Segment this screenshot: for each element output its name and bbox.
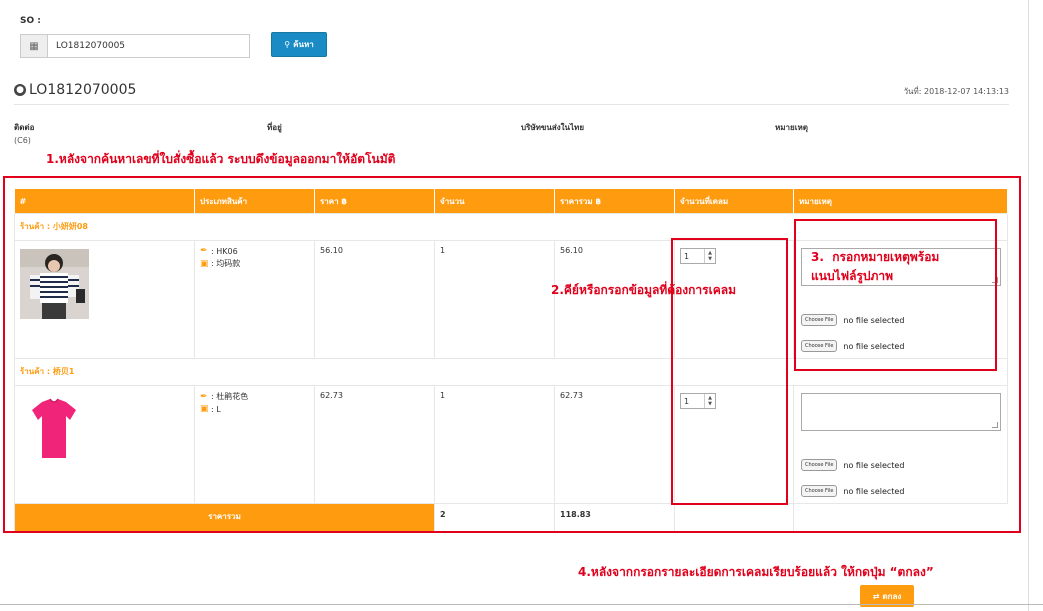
box-icon: ▣: [200, 404, 209, 414]
shipping-company-label: บริษัทขนส่งในไทย: [521, 123, 585, 132]
total-empty: [794, 504, 1008, 532]
price-cell: 56.10: [314, 240, 435, 359]
remark-cell: Choose File no file selected Choose File…: [793, 385, 1008, 504]
annotation-step3-line2: แนบไฟล์รูปภาพ: [811, 269, 894, 283]
globe-icon: ●: [14, 84, 26, 96]
choose-file-button[interactable]: Choose File: [801, 459, 838, 471]
search-button-label: ค้นหา: [293, 40, 314, 49]
col-header-type: ประเภทสินค้า: [194, 189, 315, 214]
annotation-step3-line1: กรอกหมายเหตุพร้อม: [832, 250, 940, 264]
qty-cell: 1: [434, 240, 555, 359]
submit-button-label: ตกลง: [882, 591, 902, 601]
brush-icon: ✒: [200, 246, 208, 256]
spinner-arrows-icon[interactable]: ▲ ▼: [704, 249, 715, 263]
claim-qty-input[interactable]: 1 ▲ ▼: [680, 248, 716, 264]
remark-textarea[interactable]: [801, 393, 1001, 431]
contact-code: (C6): [14, 136, 31, 145]
product-image-cell: [14, 240, 195, 359]
total-amount: 118.83: [554, 503, 675, 532]
total-row: ราคารวม 2 118.83: [14, 503, 1008, 532]
page-title: ● LO1812070005: [14, 82, 136, 98]
annotation-step2: 2.คีย์หรือกรอกข้อมูลที่ต้องการเคลม: [551, 283, 736, 297]
shop-row: ร้านค้า : 桥贝1: [14, 358, 1008, 386]
so-input[interactable]: [48, 35, 249, 57]
product-attributes: ✒: HK06 ▣: 均码款: [194, 240, 315, 359]
qty-cell: 1: [434, 385, 555, 504]
annotation-step3-num: 3.: [811, 250, 824, 264]
total-cell: 62.73: [554, 385, 675, 504]
table-header-row: # ประเภทสินค้า ราคา ฿ จำนวน ราคารวม ฿ จำ…: [14, 189, 1008, 214]
file-upload-2: Choose File no file selected: [801, 485, 1002, 497]
contact-label: ติดต่อ: [14, 123, 35, 132]
exchange-icon: ⇄: [872, 591, 880, 601]
product-attr-color: : HK06: [211, 246, 238, 256]
total-qty: 2: [434, 503, 555, 532]
file-upload-1: Choose File no file selected: [801, 459, 1002, 471]
so-input-group: ▦: [20, 34, 250, 58]
file-status: no file selected: [843, 486, 905, 496]
col-header-price: ราคา ฿: [314, 189, 435, 214]
total-empty: [674, 503, 794, 532]
order-number: LO1812070005: [29, 82, 137, 98]
col-header-claim-qty: จำนวนที่เคลม: [674, 189, 794, 214]
page-edge-line: [1028, 0, 1029, 611]
shop-name: ร้านค้า : 小妍妍08: [14, 213, 1008, 241]
table-row: ✒: 杜鹃花色 ▣: L 62.73 1 62.73 1 ▲ ▼ Choose F…: [14, 385, 1008, 504]
search-button[interactable]: ⚲ ค้นหา: [271, 32, 327, 57]
annotation-step3: 3. กรอกหมายเหตุพร้อม แนบไฟล์รูปภาพ: [811, 248, 939, 286]
remark-label: หมายเหตุ: [775, 123, 808, 132]
product-attributes: ✒: 杜鹃花色 ▣: L: [194, 385, 315, 504]
total-label: ราคารวม: [14, 503, 435, 532]
product-image-pink-tshirt: [20, 394, 89, 464]
shop-name: ร้านค้า : 桥贝1: [14, 358, 1008, 386]
box-icon: ▣: [200, 258, 209, 269]
file-status: no file selected: [843, 460, 905, 470]
col-header-total: ราคารวม ฿: [554, 189, 675, 214]
file-upload-2: Choose File no file selected: [801, 340, 1002, 352]
brush-icon: ✒: [200, 391, 208, 402]
claim-qty-cell: 1 ▲ ▼: [674, 385, 794, 504]
bottom-edge-line: [0, 604, 1043, 605]
col-header-index: #: [14, 189, 195, 214]
so-label: SO :: [20, 16, 41, 26]
product-attr-size: : 均码款: [211, 259, 241, 268]
file-status: no file selected: [843, 341, 905, 351]
order-date: วันที่: 2018-12-07 14:13:13: [903, 87, 1009, 96]
claim-qty-value: 1: [684, 396, 690, 406]
choose-file-button[interactable]: Choose File: [801, 340, 838, 352]
address-label: ที่อยู่: [267, 123, 282, 132]
annotation-step4: 4.หลังจากกรอกรายละเอียดการเคลมเรียบร้อยแ…: [578, 565, 934, 579]
annotation-step1: 1.หลังจากค้นหาเลขที่ใบสั่งซื้อแล้ว ระบบด…: [46, 152, 396, 166]
product-attr-color: : 杜鹃花色: [211, 392, 249, 401]
product-image-striped-shirt: [20, 249, 89, 319]
claim-qty-value: 1: [684, 251, 690, 261]
choose-file-button[interactable]: Choose File: [801, 314, 838, 326]
divider: [14, 104, 1009, 105]
file-status: no file selected: [843, 315, 905, 325]
calendar-icon[interactable]: ▦: [21, 35, 48, 57]
col-header-remark: หมายเหตุ: [793, 189, 1008, 214]
search-icon: ⚲: [284, 40, 291, 49]
shop-row: ร้านค้า : 小妍妍08: [14, 213, 1008, 241]
choose-file-button[interactable]: Choose File: [801, 485, 838, 497]
spinner-arrows-icon[interactable]: ▲ ▼: [704, 394, 715, 408]
product-image-cell: [14, 385, 195, 504]
price-cell: 62.73: [314, 385, 435, 504]
claim-qty-input[interactable]: 1 ▲ ▼: [680, 393, 716, 409]
col-header-qty: จำนวน: [434, 189, 555, 214]
file-upload-1: Choose File no file selected: [801, 314, 1002, 326]
product-attr-size: : L: [211, 404, 221, 414]
items-table: # ประเภทสินค้า ราคา ฿ จำนวน ราคารวม ฿ จำ…: [14, 189, 1008, 532]
